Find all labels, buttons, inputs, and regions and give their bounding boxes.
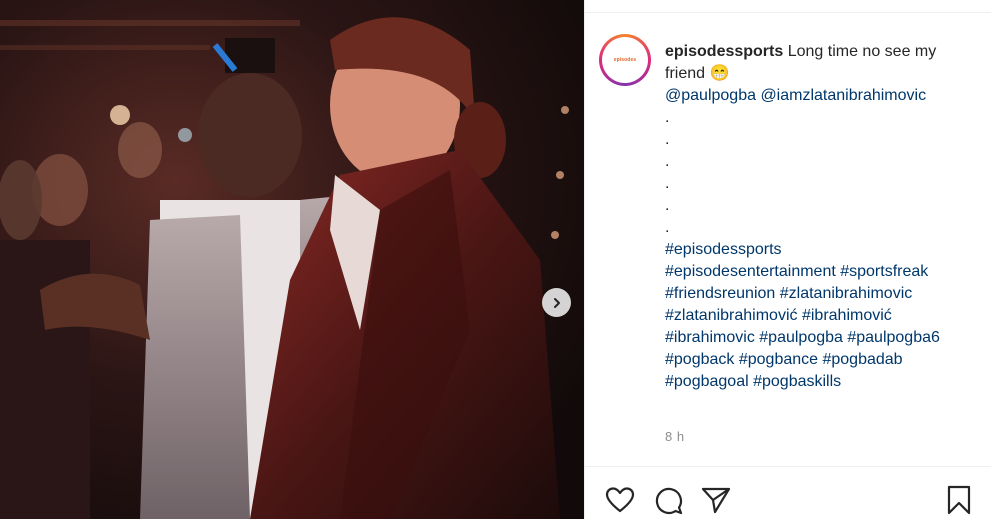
dot-line: . (665, 131, 670, 148)
dot-line: . (665, 153, 670, 170)
comment-bubble-icon (655, 487, 683, 515)
share-button[interactable] (700, 484, 732, 516)
hashtag-link[interactable]: #pogback (665, 351, 734, 368)
hashtag-link[interactable]: #pogbaskills (753, 373, 841, 390)
hashtag-line: #pogback #pogbance #pogbadab (665, 349, 983, 371)
hashtag-link[interactable]: #pogbance (739, 351, 818, 368)
actions-divider (585, 466, 991, 467)
hashtag-link[interactable]: #paulpogba (759, 329, 843, 346)
hashtag-link[interactable]: #episodesentertainment (665, 263, 836, 280)
mentions-line: @paulpogba @iamzlatanibrahimovic (665, 85, 983, 107)
like-button[interactable] (604, 484, 636, 516)
dot-line: . (665, 197, 670, 214)
paper-plane-icon (701, 487, 731, 514)
hashtag-link[interactable]: #paulpogba6 (847, 329, 940, 346)
hashtag-line: #ibrahimovic #paulpogba #paulpogba6 (665, 327, 983, 349)
chevron-right-icon (553, 297, 560, 308)
post-caption: episodessports Long time no see my frien… (665, 41, 983, 393)
bookmark-icon (947, 485, 971, 515)
hashtag-line: #episodessports (665, 239, 983, 261)
comment-button[interactable] (652, 484, 684, 516)
hashtag-link[interactable]: #pogbadab (822, 351, 902, 368)
hashtag-link[interactable]: #zlatanibrahimović (665, 307, 798, 324)
hashtag-link[interactable]: #friendsreunion (665, 285, 775, 302)
photo-image (0, 0, 584, 519)
dot-line: . (665, 175, 670, 192)
dot-line: . (665, 219, 670, 236)
dot-line: . (665, 109, 670, 126)
caption-line-2: friend 😁 (665, 65, 730, 82)
hashtag-line: #pogbagoal #pogbaskills (665, 371, 983, 393)
avatar-logo: episodes (602, 37, 648, 83)
hashtag-link[interactable]: #ibrahimović (802, 307, 892, 324)
post-side-panel: episodes episodessports Long time no see… (584, 0, 991, 519)
mention-link[interactable]: @paulpogba (665, 87, 756, 104)
hashtag-link[interactable]: #episodessports (665, 241, 782, 258)
avatar[interactable]: episodes (599, 34, 651, 86)
username-link[interactable]: episodessports (665, 43, 783, 60)
post-timestamp[interactable]: 8 h (665, 429, 685, 444)
heart-icon (605, 487, 635, 513)
next-photo-button[interactable] (542, 288, 571, 317)
top-divider (585, 12, 991, 13)
hashtag-line: #episodesentertainment #sportsfreak (665, 261, 983, 283)
hashtag-line: #zlatanibrahimović #ibrahimović (665, 305, 983, 327)
hashtag-link[interactable]: #zlatanibrahimovic (780, 285, 913, 302)
hashtag-link[interactable]: #sportsfreak (840, 263, 928, 280)
caption-text: Long time no see my (783, 43, 937, 60)
mention-link[interactable]: @iamzlatanibrahimovic (760, 87, 926, 104)
hashtag-link[interactable]: #ibrahimovic (665, 329, 755, 346)
caption-line-1: episodessports Long time no see my (665, 41, 983, 63)
hashtag-link[interactable]: #pogbagoal (665, 373, 749, 390)
post-photo[interactable] (0, 0, 584, 519)
save-button[interactable] (943, 484, 975, 516)
hashtag-line: #friendsreunion #zlatanibrahimovic (665, 283, 983, 305)
